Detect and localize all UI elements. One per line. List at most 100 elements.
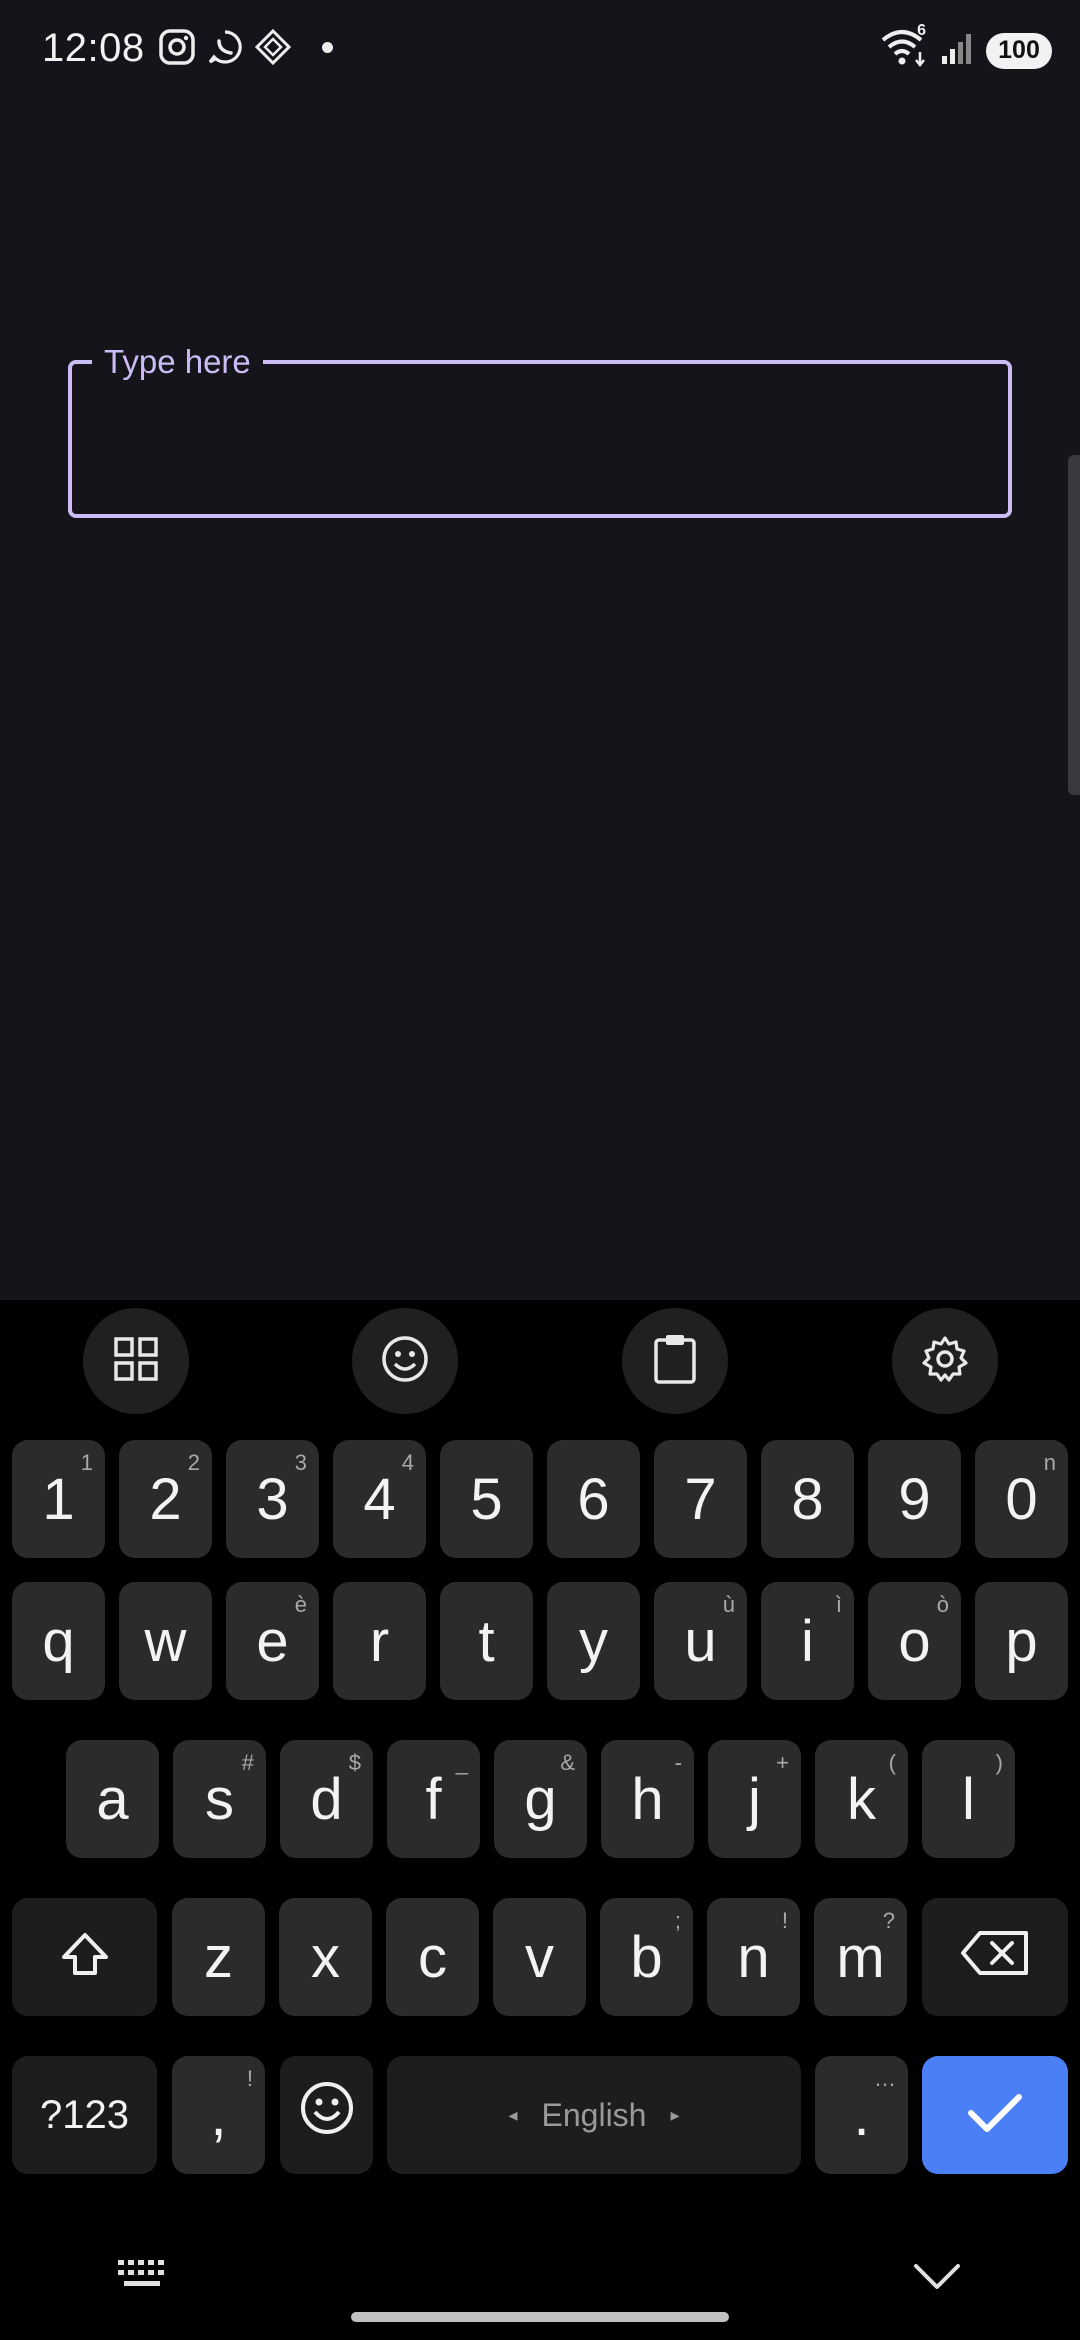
key-x[interactable]: x xyxy=(279,1898,372,2016)
key-i[interactable]: iì xyxy=(761,1582,854,1700)
key-hint: ; xyxy=(674,1908,681,1933)
type-here-field[interactable]: Type here xyxy=(68,342,1012,518)
key-label: q xyxy=(42,1608,75,1674)
space-arrow-right-icon: ▸ xyxy=(670,2104,680,2125)
key-label: 1 xyxy=(42,1466,75,1532)
key-8[interactable]: 8 xyxy=(761,1440,854,1558)
key-n[interactable]: n! xyxy=(707,1898,800,2016)
grid-button[interactable] xyxy=(83,1308,189,1414)
key-label: m xyxy=(836,1924,885,1990)
key-hint: ! xyxy=(781,1908,788,1933)
key-b[interactable]: b; xyxy=(600,1898,693,2016)
key-label: n xyxy=(737,1924,770,1990)
keyboard-switch-icon[interactable] xyxy=(116,2258,170,2295)
scroll-indicator[interactable] xyxy=(1068,455,1080,795)
key-r[interactable]: r xyxy=(333,1582,426,1700)
key-hint: 2 xyxy=(187,1450,200,1475)
key-7[interactable]: 7 xyxy=(654,1440,747,1558)
key-0[interactable]: 0n xyxy=(975,1440,1068,1558)
status-notification-icons xyxy=(158,28,333,66)
emoji-key[interactable] xyxy=(280,2056,373,2174)
key-label: d xyxy=(310,1766,343,1832)
checkmark-icon xyxy=(966,2082,1024,2149)
key-label: 8 xyxy=(791,1466,824,1532)
key-hint: ù xyxy=(722,1592,735,1617)
key-a[interactable]: a xyxy=(66,1740,159,1858)
comma-key[interactable]: , ! xyxy=(172,2056,265,2174)
key-z[interactable]: z xyxy=(172,1898,265,2016)
key-u[interactable]: uù xyxy=(654,1582,747,1700)
space-key[interactable]: ◂ English ▸ xyxy=(387,2056,801,2174)
key-h[interactable]: h- xyxy=(601,1740,694,1858)
settings-icon xyxy=(920,1334,970,1389)
home-indicator[interactable] xyxy=(351,2312,729,2322)
comma-key-hint: ! xyxy=(246,2066,253,2091)
key-p[interactable]: p xyxy=(975,1582,1068,1700)
emoji-icon xyxy=(380,1334,430,1389)
key-hint: - xyxy=(674,1750,682,1775)
key-label: t xyxy=(478,1608,495,1674)
clipboard-button[interactable] xyxy=(622,1308,728,1414)
settings-button[interactable] xyxy=(892,1308,998,1414)
key-label: 5 xyxy=(470,1466,503,1532)
key-g[interactable]: g & xyxy=(494,1740,587,1858)
shift-key[interactable] xyxy=(12,1898,157,2016)
shift-icon xyxy=(60,1924,110,1991)
key-j[interactable]: j + xyxy=(708,1740,801,1858)
hide-keyboard-icon[interactable] xyxy=(912,2262,962,2297)
key-label: l xyxy=(962,1766,975,1832)
key-label: r xyxy=(369,1608,390,1674)
key-1[interactable]: 11 xyxy=(12,1440,105,1558)
space-arrow-left-icon: ◂ xyxy=(508,2104,518,2125)
backspace-icon xyxy=(960,1924,1030,1991)
key-label: 9 xyxy=(898,1466,931,1532)
key-s[interactable]: s # xyxy=(173,1740,266,1858)
backspace-key[interactable] xyxy=(922,1898,1068,2016)
key-f[interactable]: f _ xyxy=(387,1740,480,1858)
key-label: w xyxy=(144,1608,187,1674)
wifi-badge: 6 xyxy=(917,22,926,39)
symbols-key[interactable]: ?123 xyxy=(12,2056,157,2174)
key-o[interactable]: oò xyxy=(868,1582,961,1700)
key-hint: _ xyxy=(455,1750,468,1775)
key-4[interactable]: 44 xyxy=(333,1440,426,1558)
key-5[interactable]: 5 xyxy=(440,1440,533,1558)
key-v[interactable]: v xyxy=(493,1898,586,2016)
status-time: 12:08 xyxy=(42,26,145,70)
enter-key[interactable] xyxy=(922,2056,1068,2174)
key-3[interactable]: 33 xyxy=(226,1440,319,1558)
key-hint: è xyxy=(294,1592,307,1617)
key-k[interactable]: k( xyxy=(815,1740,908,1858)
period-key[interactable]: . … xyxy=(815,2056,908,2174)
space-key-label: English xyxy=(541,2096,647,2133)
text-input[interactable] xyxy=(92,404,988,474)
key-e[interactable]: eè xyxy=(226,1582,319,1700)
key-label: a xyxy=(96,1766,129,1832)
emoji-toolbar-button[interactable] xyxy=(352,1308,458,1414)
comma-key-label: , xyxy=(210,2082,227,2148)
key-t[interactable]: t xyxy=(440,1582,533,1700)
key-2[interactable]: 22 xyxy=(119,1440,212,1558)
key-y[interactable]: y xyxy=(547,1582,640,1700)
notification-dot xyxy=(322,41,333,53)
key-label: 4 xyxy=(363,1466,396,1532)
key-c[interactable]: c xyxy=(386,1898,479,2016)
key-hint: ) xyxy=(995,1750,1003,1775)
key-6[interactable]: 6 xyxy=(547,1440,640,1558)
key-label: z xyxy=(204,1924,233,1990)
emoji-key-icon xyxy=(299,2080,355,2150)
key-w[interactable]: w xyxy=(119,1582,212,1700)
key-m[interactable]: m? xyxy=(814,1898,907,2016)
key-label: h xyxy=(631,1766,664,1832)
key-label: 7 xyxy=(684,1466,717,1532)
key-l[interactable]: l) xyxy=(922,1740,1015,1858)
key-label: y xyxy=(579,1608,608,1674)
key-d[interactable]: d $ xyxy=(280,1740,373,1858)
period-key-label: . xyxy=(853,2082,870,2148)
instagram-icon xyxy=(158,28,196,66)
status-system-icons: 6 100 xyxy=(880,22,1052,73)
battery-icon: 100 xyxy=(986,32,1052,69)
key-9[interactable]: 9 xyxy=(868,1440,961,1558)
key-q[interactable]: q xyxy=(12,1582,105,1700)
period-key-hint: … xyxy=(874,2066,896,2091)
